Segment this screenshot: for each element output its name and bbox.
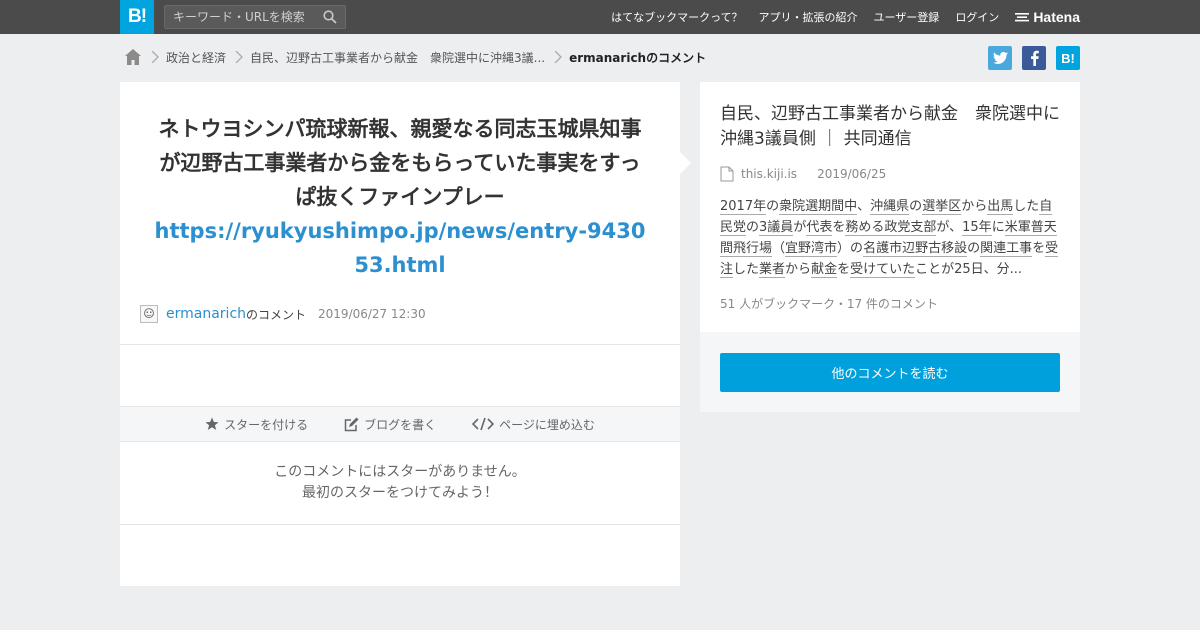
comment-actions: スターを付ける ブログを書く ページに埋め込む: [120, 406, 680, 442]
summary-text: 、: [857, 199, 871, 214]
comment-text: ネトウヨシンパ琉球新報、親愛なる同志玉城県知事が辺野古工事業者から金をもらってい…: [158, 117, 642, 209]
keyword-link[interactable]: 業者: [759, 262, 786, 278]
summary-text: を: [832, 220, 846, 235]
chevron-right-icon: [554, 51, 563, 63]
summary-text: の: [746, 220, 760, 235]
summary-text: を: [1032, 241, 1046, 256]
entry-summary: 2017年の衆院選期間中、沖縄県の選挙区から出馬した自民党の3議員が代表を務める…: [720, 196, 1065, 280]
keyword-link[interactable]: 期間中: [818, 199, 858, 215]
keyword-link[interactable]: 受けていた: [850, 262, 916, 278]
facebook-icon: [1030, 50, 1039, 66]
summary-text: が: [793, 220, 807, 235]
entry-card: 自民、辺野古工事業者から献金 衆院選中に沖縄3議員側 ｜ 共同通信 this.k…: [700, 82, 1080, 332]
add-star-button[interactable]: スターを付ける: [205, 416, 308, 433]
avatar[interactable]: [140, 305, 158, 323]
hatena-brand-link[interactable]: Hatena: [1015, 9, 1080, 25]
nav-register-link[interactable]: ユーザー登録: [874, 9, 940, 25]
embed-button[interactable]: ページに埋め込む: [472, 416, 595, 433]
keyword-link[interactable]: 選挙区: [922, 199, 962, 215]
search-icon[interactable]: [323, 10, 337, 24]
hatena-mark-icon: [1015, 13, 1030, 22]
keyword-link[interactable]: 代表: [806, 220, 833, 236]
keyword-link[interactable]: 3議員: [759, 220, 794, 236]
author-suffix: のコメント: [246, 307, 307, 322]
nav-about-link[interactable]: はてなブックマークって？: [611, 9, 742, 25]
summary-text: の: [909, 199, 923, 214]
comment-card: ネトウヨシンパ琉球新報、親愛なる同志玉城県知事が辺野古工事業者から金をもらってい…: [120, 82, 680, 586]
keyword-link[interactable]: 2017年: [720, 199, 767, 215]
embed-label: ページに埋め込む: [499, 417, 595, 432]
top-nav: はてなブックマークって？ アプリ・拡張の紹介 ユーザー登録 ログイン Haten…: [595, 0, 1080, 34]
keyword-link[interactable]: 務める: [845, 220, 885, 236]
summary-text: に: [991, 220, 1005, 235]
author-name[interactable]: ermanarich: [166, 306, 246, 322]
nav-login-link[interactable]: ログイン: [955, 9, 999, 25]
nav-apps-link[interactable]: アプリ・拡張の紹介: [759, 9, 858, 25]
twitter-icon: [992, 52, 1008, 64]
summary-text: を: [837, 262, 851, 277]
home-icon[interactable]: [124, 48, 142, 66]
hatena-brand-text: Hatena: [1033, 9, 1080, 25]
comment-date[interactable]: 2019/06/27 12:30: [318, 307, 426, 321]
keyword-link[interactable]: 出馬: [987, 199, 1014, 215]
summary-text: が、: [936, 220, 963, 235]
entry-stats[interactable]: 51 人がブックマーク・17 件のコメント: [720, 295, 938, 312]
breadcrumb-current: ermanarichのコメント: [569, 50, 707, 65]
keyword-link[interactable]: 衆院選: [779, 199, 819, 215]
entry-title[interactable]: 自民、辺野古工事業者から献金 衆院選中に沖縄3議員側 ｜ 共同通信: [720, 102, 1065, 152]
comment-link[interactable]: https://ryukyushimpo.jp/news/entry-94305…: [155, 219, 646, 277]
hatena-bookmark-logo[interactable]: B!: [120, 0, 154, 34]
breadcrumb-entry[interactable]: 自民、辺野古工事業者から献金 衆院選中に沖縄3議...: [250, 49, 545, 66]
keyword-link[interactable]: 15年: [962, 220, 992, 236]
more-comments-area: 他のコメントを読む: [700, 332, 1080, 412]
keyword-link[interactable]: 名護市辺野古移設: [863, 241, 968, 257]
summary-text: の: [766, 199, 780, 214]
add-star-label: スターを付ける: [224, 417, 309, 432]
card-pointer-arrow: [680, 152, 691, 174]
no-star-line-1: このコメントにはスターがありません。: [274, 464, 526, 480]
keyword-link[interactable]: 関連工事: [980, 241, 1033, 257]
divider: [120, 524, 680, 525]
entry-domain[interactable]: this.kiji.is: [741, 167, 797, 181]
comment-author: ermanarich のコメント 2019/06/27 12:30: [140, 304, 426, 324]
keyword-link[interactable]: 宜野湾市: [785, 241, 838, 257]
no-star-message: このコメントにはスターがありません。 最初のスターをつけてみよう！: [120, 462, 680, 504]
divider: [120, 344, 680, 345]
no-star-line-2: 最初のスターをつけてみよう！: [302, 485, 498, 501]
summary-text: （: [772, 241, 786, 256]
summary-text: した: [1013, 199, 1040, 214]
keyword-link[interactable]: 献金: [811, 262, 838, 278]
write-blog-label: ブログを書く: [364, 417, 437, 432]
code-icon: [472, 417, 495, 431]
share-buttons: B!: [978, 46, 1080, 70]
top-bar: B! はてなブックマークって？ アプリ・拡張の紹介 ユーザー登録 ログイン Ha…: [0, 0, 1200, 34]
chevron-right-icon: [235, 51, 243, 63]
write-blog-button[interactable]: ブログを書く: [344, 416, 436, 433]
summary-text: から: [961, 199, 988, 214]
keyword-link[interactable]: 政党支部: [884, 220, 937, 236]
comment-body: ネトウヨシンパ琉球新報、親愛なる同志玉城県知事が辺野古工事業者から金をもらってい…: [150, 112, 650, 282]
breadcrumb-category[interactable]: 政治と経済: [166, 49, 226, 66]
read-more-comments-button[interactable]: 他のコメントを読む: [720, 353, 1060, 392]
summary-text: の: [967, 241, 981, 256]
chevron-right-icon: [151, 51, 159, 63]
document-icon: [720, 166, 734, 182]
entry-date: 2019/06/25: [817, 167, 887, 181]
entry-meta: this.kiji.is 2019/06/25: [720, 166, 886, 182]
summary-text: から: [785, 262, 812, 277]
hatena-share-button[interactable]: B!: [1056, 46, 1080, 70]
search-box: [164, 5, 346, 29]
facebook-share-button[interactable]: [1022, 46, 1046, 70]
breadcrumb: 政治と経済 自民、辺野古工事業者から献金 衆院選中に沖縄3議... ermana…: [124, 46, 706, 68]
search-input[interactable]: [165, 6, 315, 28]
summary-text: した: [733, 262, 760, 277]
star-icon: [205, 417, 219, 430]
summary-text: ことが25日、分...: [915, 262, 1023, 277]
edit-icon: [344, 417, 359, 431]
twitter-share-button[interactable]: [988, 46, 1012, 70]
summary-text: ）の: [837, 241, 864, 256]
keyword-link[interactable]: 沖縄県: [870, 199, 910, 215]
